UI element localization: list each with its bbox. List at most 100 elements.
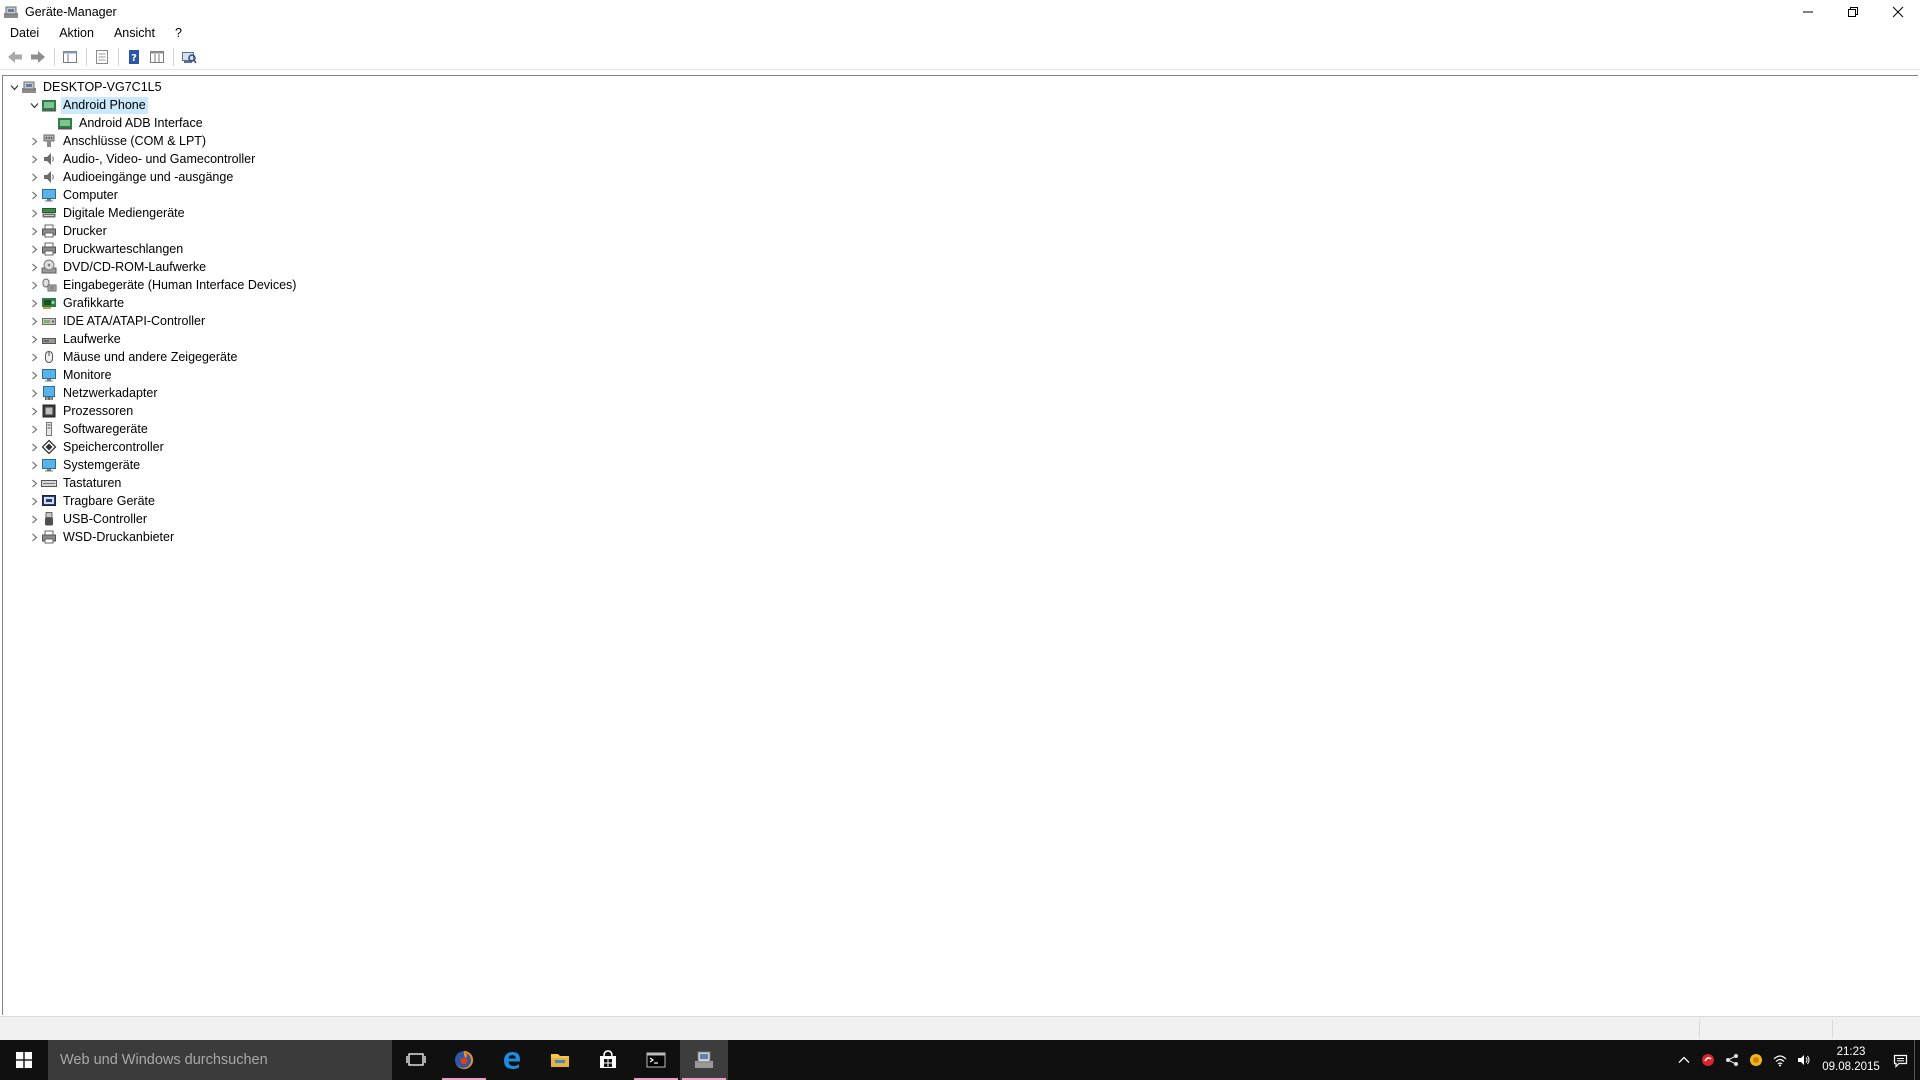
tree-category-node[interactable]: USB-Controller xyxy=(3,510,298,528)
taskbar-search-box[interactable] xyxy=(48,1040,392,1080)
tree-category-node[interactable]: Grafikkarte xyxy=(3,294,298,312)
tree-expand-chevron[interactable] xyxy=(27,258,41,276)
tree-expand-chevron[interactable] xyxy=(27,204,41,222)
minimize-button[interactable] xyxy=(1785,0,1830,23)
tree-root-node[interactable]: DESKTOP-VG7C1L5 xyxy=(3,78,298,96)
back-button[interactable] xyxy=(4,46,26,68)
tree-category-node[interactable]: Tastaturen xyxy=(3,474,298,492)
tree-category-node[interactable]: Monitore xyxy=(3,366,298,384)
tree-expand-chevron[interactable] xyxy=(27,348,41,366)
taskbar-firefox[interactable] xyxy=(440,1040,488,1080)
tree-expand-chevron[interactable] xyxy=(27,384,41,402)
command-prompt-icon xyxy=(646,1052,666,1068)
tree-expand-chevron[interactable] xyxy=(27,330,41,348)
volume-button[interactable] xyxy=(1792,1040,1816,1080)
tree-category-node[interactable]: Audioeingänge und -ausgänge xyxy=(3,168,298,186)
status-divider xyxy=(1699,1020,1700,1038)
taskbar-command-prompt[interactable] xyxy=(632,1040,680,1080)
tree-expand-chevron[interactable] xyxy=(27,474,41,492)
tree-category-node[interactable]: Speichercontroller xyxy=(3,438,298,456)
tree-category-node[interactable]: Druckwarteschlangen xyxy=(3,240,298,258)
network-status-button[interactable] xyxy=(1768,1040,1792,1080)
title-bar[interactable]: Geräte-Manager xyxy=(0,0,1920,23)
start-button[interactable] xyxy=(0,1040,48,1080)
taskbar-device-manager[interactable] xyxy=(680,1040,728,1080)
drive-icon xyxy=(41,331,57,347)
device-tree-pane[interactable]: DESKTOP-VG7C1L5 Android Phone Android ADB… xyxy=(2,75,1918,1015)
tree-expand-chevron[interactable] xyxy=(27,456,41,474)
tree-category-node[interactable]: Laufwerke xyxy=(3,330,298,348)
tree-category-node[interactable]: Mäuse und andere Zeigegeräte xyxy=(3,348,298,366)
tree-expand-chevron[interactable] xyxy=(27,240,41,258)
search-input[interactable] xyxy=(60,1052,380,1068)
show-hide-console-tree-button[interactable] xyxy=(59,46,81,68)
tree-category-node[interactable]: Netzwerkadapter xyxy=(3,384,298,402)
menu-aktion[interactable]: Aktion xyxy=(49,23,104,43)
tree-expand-chevron[interactable] xyxy=(27,276,41,294)
tree-node-label: Druckwarteschlangen xyxy=(63,241,184,256)
tree-category-node[interactable]: Prozessoren xyxy=(3,402,298,420)
tree-category-node[interactable]: DVD/CD-ROM-Laufwerke xyxy=(3,258,298,276)
restore-button[interactable] xyxy=(1830,0,1875,23)
tree-expand-chevron[interactable] xyxy=(27,438,41,456)
tray-app-yellow[interactable] xyxy=(1744,1040,1768,1080)
scan-hardware-button[interactable] xyxy=(178,46,200,68)
software-device-icon xyxy=(41,421,57,437)
tree-collapse-chevron[interactable] xyxy=(27,96,41,114)
view-list-icon xyxy=(150,50,164,63)
tree-node-label: DVD/CD-ROM-Laufwerke xyxy=(63,259,207,274)
tree-category-node[interactable]: Softwaregeräte xyxy=(3,420,298,438)
tree-expand-chevron[interactable] xyxy=(27,492,41,510)
tree-category-node[interactable]: Drucker xyxy=(3,222,298,240)
action-center-button[interactable] xyxy=(1886,1040,1914,1080)
properties-button[interactable] xyxy=(91,46,113,68)
portable-device-icon xyxy=(41,493,57,509)
tree-category-node[interactable]: IDE ATA/ATAPI-Controller xyxy=(3,312,298,330)
tree-node-label: Tastaturen xyxy=(63,475,122,490)
tree-category-node[interactable]: Computer xyxy=(3,186,298,204)
taskbar-file-explorer[interactable] xyxy=(536,1040,584,1080)
forward-button[interactable] xyxy=(27,46,49,68)
chevron-up-icon xyxy=(1678,1056,1690,1063)
tree-category-node[interactable]: Audio-, Video- und Gamecontroller xyxy=(3,150,298,168)
tree-expand-chevron[interactable] xyxy=(27,294,41,312)
tree-category-node[interactable]: WSD-Druckanbieter xyxy=(3,528,298,546)
tree-category-node[interactable]: Anschlüsse (COM & LPT) xyxy=(3,132,298,150)
view-button[interactable] xyxy=(146,46,168,68)
task-view-button[interactable] xyxy=(392,1040,440,1080)
device-manager-app-icon[interactable] xyxy=(3,4,19,20)
help-button[interactable]: ? xyxy=(123,46,145,68)
tree-node-label: Systemgeräte xyxy=(63,457,141,472)
tree-expand-chevron[interactable] xyxy=(27,510,41,528)
tree-expand-chevron[interactable] xyxy=(27,132,41,150)
close-button[interactable] xyxy=(1875,0,1920,23)
tree-category-node[interactable]: Android Phone xyxy=(3,96,298,114)
menu-datei[interactable]: Datei xyxy=(0,23,49,43)
menu-help[interactable]: ? xyxy=(165,23,192,43)
tree-expand-chevron[interactable] xyxy=(27,150,41,168)
tree-device-node[interactable]: Android ADB Interface xyxy=(3,114,298,132)
tree-expand-chevron[interactable] xyxy=(27,222,41,240)
tree-expand-chevron[interactable] xyxy=(27,420,41,438)
tray-app-network-share[interactable] xyxy=(1720,1040,1744,1080)
menu-ansicht[interactable]: Ansicht xyxy=(104,23,165,43)
taskbar-store[interactable] xyxy=(584,1040,632,1080)
tree-category-node[interactable]: Systemgeräte xyxy=(3,456,298,474)
show-desktop-button[interactable] xyxy=(1914,1040,1920,1080)
device-manager-icon xyxy=(695,1051,713,1068)
tree-expand-chevron[interactable] xyxy=(27,186,41,204)
taskbar-edge[interactable] xyxy=(488,1040,536,1080)
tray-app-red[interactable] xyxy=(1696,1040,1720,1080)
taskbar-clock[interactable]: 21:23 09.08.2015 xyxy=(1816,1040,1886,1080)
graphics-card-icon xyxy=(41,295,57,311)
show-hidden-icons-button[interactable] xyxy=(1672,1040,1696,1080)
tree-expand-chevron[interactable] xyxy=(7,78,21,96)
tree-category-node[interactable]: Tragbare Geräte xyxy=(3,492,298,510)
tree-expand-chevron[interactable] xyxy=(27,366,41,384)
tree-expand-chevron[interactable] xyxy=(27,528,41,546)
tree-expand-chevron[interactable] xyxy=(27,168,41,186)
tree-category-node[interactable]: Digitale Mediengeräte xyxy=(3,204,298,222)
tree-expand-chevron[interactable] xyxy=(27,402,41,420)
tree-category-node[interactable]: Eingabegeräte (Human Interface Devices) xyxy=(3,276,298,294)
tree-expand-chevron[interactable] xyxy=(27,312,41,330)
